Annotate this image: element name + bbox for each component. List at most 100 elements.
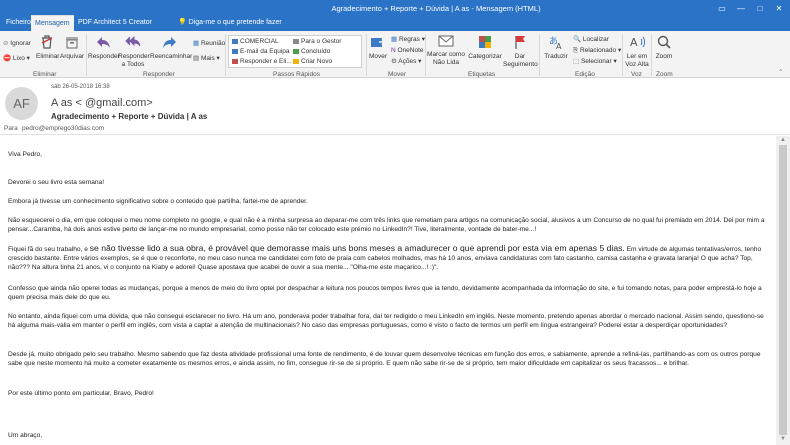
read-aloud-icon: A bbox=[630, 36, 645, 49]
body-paragraph: No entanto, ainda fiquei com uma dúvida,… bbox=[8, 313, 764, 330]
find-label: Localizar bbox=[582, 36, 609, 43]
forward-button[interactable]: Reencaminhar bbox=[150, 34, 192, 61]
zoom-icon bbox=[657, 35, 671, 49]
to-recipient[interactable]: pedro@emprego30dias.com bbox=[22, 125, 104, 132]
junk-button[interactable]: ⛔ Lixo ▾ bbox=[3, 55, 30, 63]
read-aloud-label: Ler em Voz Alta bbox=[625, 53, 649, 68]
tab-ficheiro[interactable]: Ficheiro bbox=[2, 15, 35, 31]
group-label-editing: Edição bbox=[575, 71, 595, 78]
ignore-label: Ignorar bbox=[10, 40, 31, 47]
related-icon: ⎘ bbox=[573, 47, 579, 54]
body-paragraph: Embora já tivesse um conhecimento signif… bbox=[8, 198, 308, 205]
group-label-quick-steps: Passos Rápidos bbox=[273, 71, 320, 78]
quick-step-label: Criar Novo bbox=[301, 58, 333, 65]
delete-button[interactable]: Eliminar bbox=[36, 34, 60, 61]
message-header: AF sáb 26-05-2018 16:38 A as < @gmail.co… bbox=[0, 79, 790, 135]
maximize-button[interactable]: □ bbox=[752, 3, 768, 14]
flag-icon bbox=[515, 36, 525, 49]
tell-me-search[interactable]: 💡 Diga-me o que pretende fazer bbox=[178, 15, 282, 31]
reply-icon bbox=[97, 37, 110, 48]
meeting-button[interactable]: ▦ Reunião bbox=[193, 40, 225, 48]
reply-all-button[interactable]: Responder a Todos bbox=[118, 34, 150, 69]
move-label: Mover bbox=[368, 53, 388, 60]
to-label: Para bbox=[4, 125, 18, 132]
rules-button[interactable]: ▦ Regras ▾ bbox=[391, 36, 425, 44]
zoom-label: Zoom bbox=[655, 53, 673, 60]
reply-label: Responder bbox=[88, 53, 120, 60]
tab-mensagem[interactable]: Mensagem bbox=[31, 15, 74, 31]
ribbon-separator bbox=[622, 34, 623, 76]
meeting-icon: ▦ bbox=[193, 40, 200, 47]
body-paragraph: Desde já, muito obrigado pelo seu trabal… bbox=[8, 351, 761, 368]
tell-me-label: Diga-me o que pretende fazer bbox=[188, 19, 282, 26]
categorize-label: Categorizar bbox=[468, 53, 502, 60]
svg-text:A: A bbox=[630, 36, 638, 49]
quick-step-reply-delete[interactable]: Responder e Eli... bbox=[232, 57, 292, 66]
rules-icon: ▦ bbox=[391, 36, 398, 43]
group-label-delete: Eliminar bbox=[33, 71, 57, 78]
find-button[interactable]: 🔍 Localizar bbox=[573, 36, 609, 44]
group-label-respond: Responder bbox=[143, 71, 175, 78]
folder-icon bbox=[232, 38, 238, 44]
mark-unread-label: Marcar como Não Lida bbox=[427, 51, 465, 66]
quick-step-done[interactable]: Concluído bbox=[293, 47, 330, 56]
ribbon-separator bbox=[539, 34, 540, 76]
scroll-up-icon[interactable]: ▲ bbox=[779, 137, 787, 143]
quick-steps-gallery: COMERCIAL E-mail da Equipa Responder e E… bbox=[228, 35, 362, 68]
lightbulb-icon: 💡 bbox=[178, 19, 189, 26]
translate-button[interactable]: あA Traduzir bbox=[541, 34, 571, 61]
archive-button[interactable]: Arquivar bbox=[58, 34, 86, 61]
tab-pdf-architect[interactable]: PDF Architect 5 Creator bbox=[74, 15, 156, 31]
scroll-down-icon[interactable]: ▼ bbox=[779, 436, 787, 442]
translate-label: Traduzir bbox=[544, 53, 568, 60]
scrollbar-thumb[interactable] bbox=[779, 145, 787, 435]
quick-step-label: Concluído bbox=[301, 48, 331, 55]
related-button[interactable]: ⎘ Relacionado ▾ bbox=[573, 47, 621, 55]
avatar: AF bbox=[5, 87, 38, 120]
quick-step-team-email[interactable]: E-mail da Equipa bbox=[232, 47, 290, 56]
categorize-button[interactable]: Categorizar bbox=[467, 34, 503, 61]
categorize-icon bbox=[479, 36, 491, 48]
mail-icon bbox=[232, 48, 238, 54]
collapse-ribbon-icon[interactable]: ⌃ bbox=[778, 69, 783, 77]
arrow-icon bbox=[293, 38, 299, 44]
body-paragraph: Devorei o seu livro esta semana! bbox=[8, 179, 105, 186]
vertical-scrollbar[interactable]: ▲ ▼ bbox=[776, 136, 790, 445]
quick-step-to-manager[interactable]: Para o Gestor bbox=[293, 37, 341, 46]
ribbon-display-options-button[interactable]: ▭ bbox=[714, 3, 730, 14]
actions-button[interactable]: ⚙ Ações ▾ bbox=[391, 58, 421, 66]
meeting-label: Reunião bbox=[200, 40, 226, 47]
minimize-button[interactable]: — bbox=[733, 3, 749, 14]
move-button[interactable]: Mover bbox=[367, 34, 389, 61]
rules-label: Regras bbox=[398, 36, 420, 43]
sender[interactable]: A as < @gmail.com> bbox=[51, 97, 153, 109]
quick-step-create-new[interactable]: Criar Novo bbox=[293, 57, 332, 66]
quick-step-label: COMERCIAL bbox=[240, 38, 279, 45]
onenote-button[interactable]: N OneNote bbox=[391, 47, 424, 55]
search-icon: 🔍 bbox=[573, 36, 582, 43]
quick-step-comercial[interactable]: COMERCIAL bbox=[232, 37, 279, 46]
mark-unread-button[interactable]: Marcar como Não Lida bbox=[426, 34, 466, 67]
body-paragraph: Confesso que ainda não operei todas as m… bbox=[8, 285, 762, 302]
ignore-button[interactable]: ⊘ Ignorar bbox=[3, 40, 31, 48]
select-button[interactable]: ⬚ Selecionar ▾ bbox=[573, 58, 617, 66]
follow-up-button[interactable]: Dar Seguimento bbox=[503, 34, 538, 69]
delete-label: Eliminar bbox=[36, 53, 60, 60]
reply-button[interactable]: Responder bbox=[88, 34, 120, 61]
quick-step-label: Para o Gestor bbox=[301, 38, 342, 45]
more-label: Mais bbox=[200, 55, 215, 62]
more-respond-button[interactable]: ▤ Mais ▾ bbox=[193, 55, 220, 63]
body-paragraph: Fiquei fã do seu trabalho, e se não tive… bbox=[8, 243, 772, 273]
body-paragraph: Por este último ponto em particular, Bra… bbox=[8, 390, 154, 397]
ribbon: ⊘ Ignorar ⛔ Lixo ▾ Eliminar Arquivar Eli… bbox=[0, 31, 790, 78]
check-icon bbox=[293, 48, 299, 54]
subject: Agradecimento + Reporte + Dúvida | A as bbox=[51, 112, 208, 121]
ribbon-separator bbox=[86, 34, 87, 76]
reply-delete-icon bbox=[232, 58, 238, 64]
ribbon-separator bbox=[225, 34, 226, 76]
close-button[interactable]: ✕ bbox=[771, 3, 787, 14]
archive-icon bbox=[66, 37, 78, 49]
svg-text:A: A bbox=[556, 42, 562, 50]
zoom-button[interactable]: Zoom bbox=[653, 34, 675, 61]
read-aloud-button[interactable]: A Ler em Voz Alta bbox=[624, 34, 650, 69]
